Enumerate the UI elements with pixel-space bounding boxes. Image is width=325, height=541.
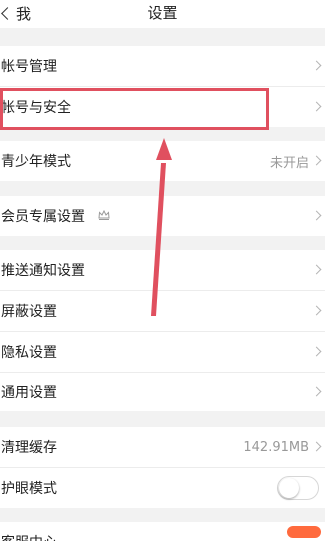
account-security-row[interactable]: 帐号与安全 <box>0 87 325 127</box>
eye-protection-row: 护眼模式 <box>0 468 325 508</box>
settings-screen: 我 设置 帐号管理 帐号与安全 青少年模式 未开启 会员专属设置 推送通知设置 … <box>0 0 325 541</box>
privacy-settings-row[interactable]: 隐私设置 <box>0 332 325 372</box>
page-title: 设置 <box>147 4 178 22</box>
vip-group: 会员专属设置 <box>0 196 325 236</box>
chevron-right-icon <box>311 210 322 221</box>
youth-mode-status: 未开启 <box>269 155 309 171</box>
row-label: 客服中心 <box>1 532 57 541</box>
chevron-right-icon <box>311 346 322 357</box>
chevron-right-icon <box>311 264 322 275</box>
chevron-right-icon <box>311 101 322 112</box>
general-settings-row[interactable]: 通用设置 <box>0 372 325 412</box>
row-label: 会员专属设置 <box>1 209 85 225</box>
account-group: 帐号管理 帐号与安全 <box>0 46 325 127</box>
chevron-right-icon <box>311 60 322 71</box>
account-management-row[interactable]: 帐号管理 <box>0 46 325 86</box>
eye-protection-toggle[interactable] <box>277 476 319 500</box>
service-group: 客服中心 <box>0 522 325 541</box>
block-settings-row[interactable]: 屏蔽设置 <box>0 291 325 331</box>
youth-mode-row[interactable]: 青少年模式 未开启 <box>0 141 325 181</box>
storage-group: 清理缓存 142.91MB 护眼模式 <box>0 427 325 508</box>
row-label: 通用设置 <box>1 385 57 401</box>
vip-settings-row[interactable]: 会员专属设置 <box>0 196 325 236</box>
chevron-right-icon <box>311 305 322 316</box>
row-label: 帐号管理 <box>1 59 57 75</box>
row-label: 帐号与安全 <box>1 100 71 116</box>
row-label: 屏蔽设置 <box>1 304 57 320</box>
row-label: 护眼模式 <box>1 481 57 497</box>
crown-icon <box>98 209 110 220</box>
cache-size: 142.91MB <box>243 439 309 455</box>
row-label: 青少年模式 <box>1 154 71 170</box>
customer-service-row[interactable]: 客服中心 <box>0 522 325 541</box>
row-label: 隐私设置 <box>1 345 57 361</box>
youth-mode-group: 青少年模式 未开启 <box>0 141 325 181</box>
row-label: 推送通知设置 <box>1 263 85 279</box>
navigation-bar: 我 设置 <box>0 0 325 28</box>
chevron-right-icon <box>311 155 322 166</box>
row-label: 清理缓存 <box>1 440 57 456</box>
general-group: 推送通知设置 屏蔽设置 隐私设置 通用设置 <box>0 250 325 411</box>
push-notification-row[interactable]: 推送通知设置 <box>0 250 325 290</box>
new-badge <box>287 526 321 538</box>
chevron-right-icon <box>311 386 322 397</box>
clear-cache-row[interactable]: 清理缓存 142.91MB <box>0 427 325 467</box>
toggle-knob <box>279 478 299 498</box>
chevron-right-icon <box>311 441 322 452</box>
